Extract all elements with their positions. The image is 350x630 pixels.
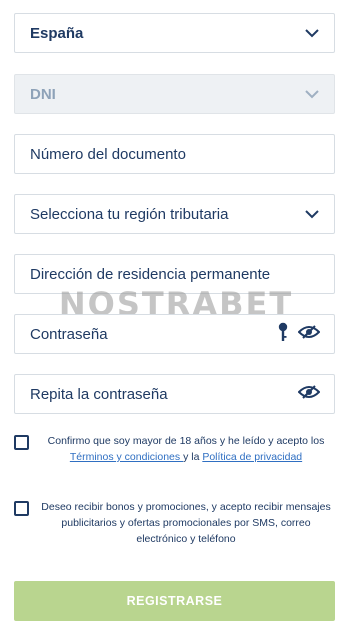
- consent-marketing-checkbox[interactable]: [14, 501, 29, 516]
- password-field[interactable]: Contraseña: [14, 314, 335, 354]
- tax-region-select[interactable]: Selecciona tu región tributaria: [14, 194, 335, 234]
- privacy-link[interactable]: Política de privacidad: [202, 451, 302, 463]
- chevron-down-icon: [304, 28, 320, 38]
- consent-marketing-row: Deseo recibir bonos y promociones, y ace…: [14, 499, 335, 547]
- terms-link[interactable]: Términos y condiciones: [70, 451, 183, 463]
- country-select[interactable]: España: [14, 13, 335, 53]
- country-select-value: España: [30, 24, 84, 42]
- consent-age-text: Confirmo que soy mayor de 18 años y he l…: [29, 433, 335, 465]
- consent-age-label: Confirmo que soy mayor de 18 años y he l…: [47, 435, 325, 447]
- password-repeat-placeholder: Repita la contraseña: [30, 385, 168, 403]
- address-placeholder: Dirección de residencia permanente: [30, 265, 271, 283]
- chevron-down-icon: [304, 209, 320, 219]
- consent-age-row: Confirmo que soy mayor de 18 años y he l…: [14, 433, 335, 465]
- consent-age-checkbox[interactable]: [14, 435, 29, 450]
- eye-slash-icon[interactable]: [297, 324, 321, 344]
- chevron-down-icon: [304, 89, 320, 99]
- id-type-select[interactable]: DNI: [14, 74, 335, 114]
- eye-slash-icon[interactable]: [297, 384, 321, 404]
- tax-region-select-value: Selecciona tu región tributaria: [30, 205, 229, 223]
- id-type-select-value: DNI: [30, 85, 56, 103]
- password-repeat-field[interactable]: Repita la contraseña: [14, 374, 335, 414]
- consent-connector: y la: [183, 451, 203, 463]
- document-number-placeholder: Número del documento: [30, 145, 186, 163]
- register-button[interactable]: REGISTRARSE: [14, 581, 335, 621]
- document-number-field[interactable]: Número del documento: [14, 134, 335, 174]
- password-placeholder: Contraseña: [30, 325, 108, 343]
- consent-marketing-text: Deseo recibir bonos y promociones, y ace…: [41, 501, 331, 545]
- key-icon[interactable]: [278, 322, 288, 347]
